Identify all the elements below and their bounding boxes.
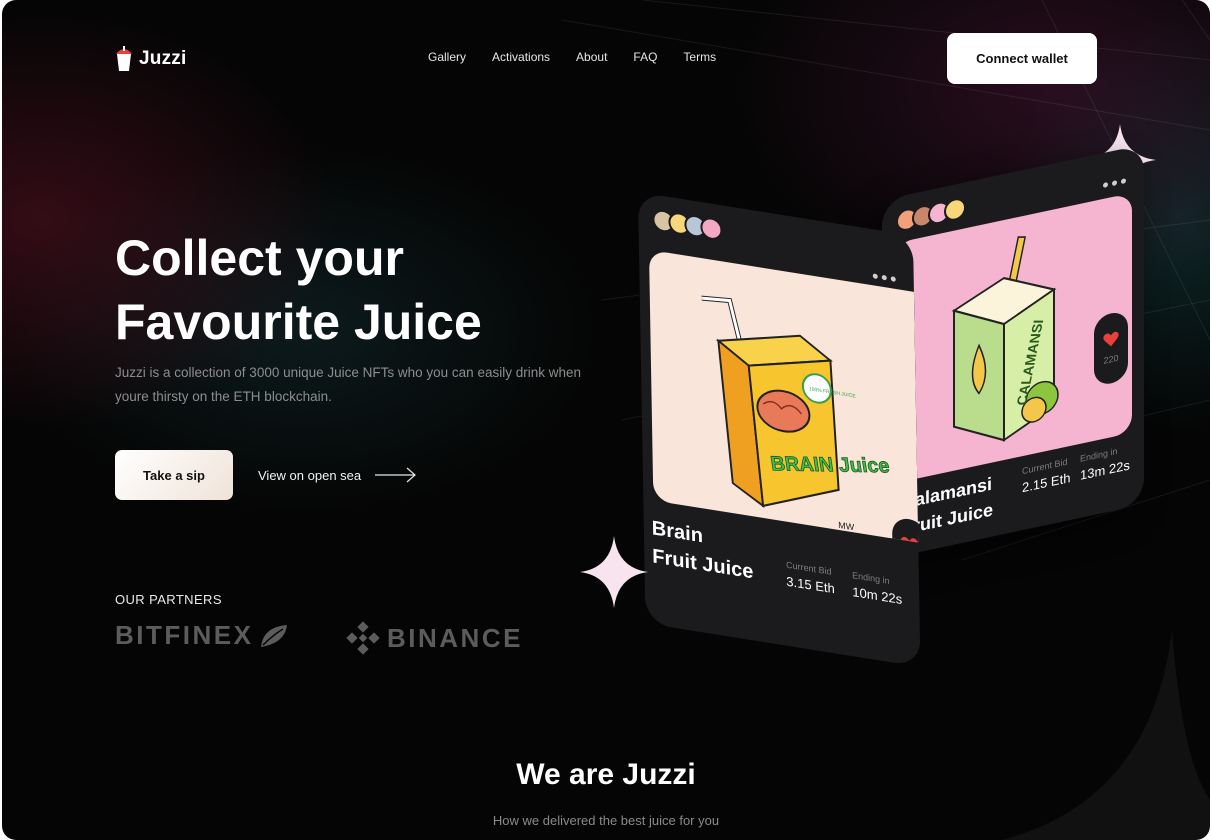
nft-card-brain[interactable]: 100% FRESH JUICE BRAIN Juice MW 535 Brai…	[638, 192, 921, 667]
like-count: 220	[1103, 352, 1119, 366]
take-a-sip-button[interactable]: Take a sip	[115, 450, 233, 500]
nav-item-faq[interactable]: FAQ	[633, 50, 657, 64]
nav-item-about[interactable]: About	[576, 50, 607, 64]
nav-item-gallery[interactable]: Gallery	[428, 50, 466, 64]
partner-bitfinex-name: BITFINEX	[115, 620, 254, 650]
owner-avatars	[652, 208, 723, 242]
more-options-icon[interactable]	[1103, 178, 1126, 189]
like-button[interactable]: 220	[1094, 309, 1128, 387]
about-heading: We are Juzzi	[516, 758, 696, 791]
pack-label-brain: BRAIN Juice	[769, 453, 891, 477]
arrow-right-icon	[375, 467, 417, 483]
binance-diamond-icon	[346, 621, 380, 655]
partner-logo-bitfinex: BITFINEX	[115, 620, 289, 651]
sparkle-icon	[580, 536, 648, 608]
heart-icon	[1103, 331, 1119, 347]
nft-name: Brain Fruit Juice	[652, 514, 754, 586]
nft-card-showcase: CALAMANSI 220 Calamansi Fruit Juice Curr…	[2, 0, 1210, 840]
owner-avatars	[896, 196, 966, 234]
ending-in: Ending in 10m 22s	[852, 570, 902, 607]
heart-icon	[900, 536, 918, 543]
hero-title-line-2: Favourite Juice	[115, 294, 482, 350]
avatar	[700, 215, 723, 242]
nav-item-terms[interactable]: Terms	[683, 50, 716, 64]
partner-binance-name: BINANCE	[387, 622, 523, 653]
nav-item-activations[interactable]: Activations	[492, 50, 550, 64]
hero-title-line-1: Collect your	[115, 230, 404, 286]
ending-in-value: 10m 22s	[852, 584, 903, 608]
brand-logo[interactable]: Juzzi	[115, 46, 186, 72]
avatar	[944, 196, 966, 223]
current-bid: Current Bid 3.15 Eth	[786, 560, 835, 597]
ending-in: Ending in 13m 22s	[1080, 443, 1130, 483]
current-bid: Current Bid 2.15 Eth	[1022, 456, 1070, 496]
main-nav: Gallery Activations About FAQ Terms	[428, 50, 716, 64]
leaf-icon	[261, 624, 288, 647]
nft-artwork-brain: 100% FRESH JUICE BRAIN Juice MW 535	[648, 249, 919, 543]
more-options-icon[interactable]	[872, 273, 896, 282]
partners-heading: OUR PARTNERS	[115, 592, 222, 607]
partner-logo-binance: BINANCE	[345, 620, 523, 656]
nft-artwork-calamansi: CALAMANSI 220	[894, 192, 1132, 484]
landing-page: Juzzi Gallery Activations About FAQ Term…	[2, 0, 1210, 840]
brain-juice-box-illustration: 100% FRESH JUICE BRAIN Juice MW	[701, 295, 891, 533]
view-on-open-sea-label: View on open sea	[258, 467, 362, 483]
connect-wallet-button[interactable]: Connect wallet	[947, 33, 1097, 84]
view-on-open-sea-link[interactable]: View on open sea	[258, 463, 417, 487]
brand-name: Juzzi	[139, 48, 187, 69]
hero-description: Juzzi is a collection of 3000 unique Jui…	[115, 365, 581, 404]
hero-title: Collect your Favourite Juice	[115, 226, 575, 354]
juice-cup-icon	[116, 46, 132, 71]
about-subheading: How we delivered the best juice for you	[492, 813, 720, 828]
nft-card-calamansi[interactable]: CALAMANSI 220 Calamansi Fruit Juice Curr…	[882, 144, 1144, 560]
current-bid-value: 3.15 Eth	[786, 573, 835, 597]
artist-signature: MW	[838, 520, 855, 533]
